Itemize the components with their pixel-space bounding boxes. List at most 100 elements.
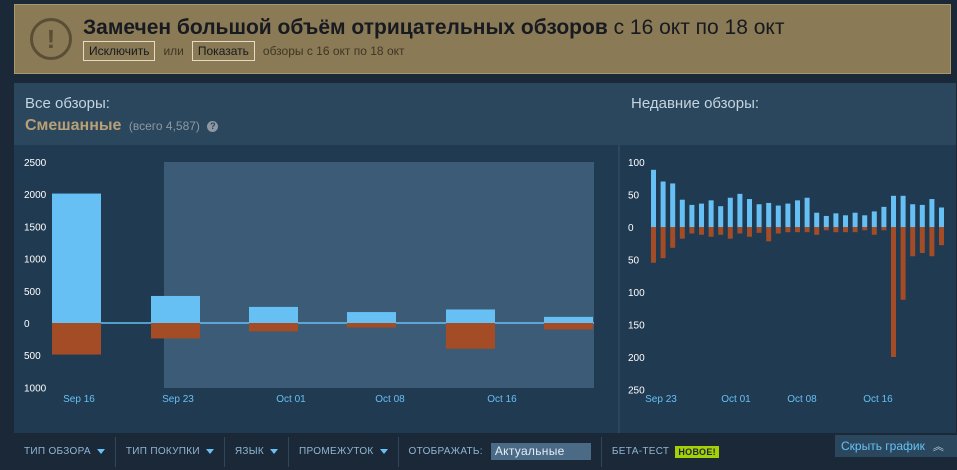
positive-bar[interactable]: [775, 205, 781, 227]
negative-bar[interactable]: [249, 323, 298, 332]
positive-bar[interactable]: [881, 206, 887, 227]
negative-bar[interactable]: [766, 227, 772, 242]
negative-bar[interactable]: [939, 227, 944, 246]
positive-bar[interactable]: [843, 215, 848, 227]
positive-bar[interactable]: [766, 202, 772, 227]
filter-period[interactable]: ПРОМЕЖУТОК: [289, 436, 399, 467]
filter-beta[interactable]: БЕТА-ТЕСТ НОВОЕ!: [602, 437, 729, 467]
filter-beta-label: БЕТА-ТЕСТ: [611, 446, 670, 457]
positive-bar[interactable]: [929, 199, 935, 227]
positive-bar[interactable]: [660, 181, 666, 228]
filter-review-type[interactable]: ТИП ОБЗОРА: [14, 436, 116, 467]
recent-reviews-panel: Недавние обзоры: 100 50 0 50 100 150 200 250 Sep…: [620, 83, 956, 433]
positive-bar[interactable]: [699, 203, 704, 227]
negative-bar[interactable]: [446, 323, 495, 349]
positive-bar[interactable]: [651, 169, 656, 227]
review-histogram: ! Замечен большой объём отрицательных об…: [0, 0, 957, 470]
negative-bar[interactable]: [689, 227, 695, 234]
positive-bar[interactable]: [708, 200, 714, 227]
hide-graph-button[interactable]: Скрыть график ︽: [835, 435, 957, 457]
positive-bar[interactable]: [718, 206, 724, 227]
negative-bar[interactable]: [775, 227, 781, 234]
negative-bar[interactable]: [347, 323, 396, 328]
negative-bar[interactable]: [660, 227, 666, 259]
positive-bar[interactable]: [804, 197, 810, 227]
positive-bar[interactable]: [446, 309, 495, 323]
all-reviews-header: Все обзоры: Смешанные (всего 4,587) ?: [14, 83, 618, 145]
positive-bar[interactable]: [151, 295, 200, 323]
all-reviews-label: Все обзоры:: [25, 95, 110, 112]
negative-bar[interactable]: [708, 227, 714, 237]
positive-bar[interactable]: [900, 195, 906, 227]
all-reviews-summary: Смешанные (всего 4,587) ?: [25, 117, 219, 135]
negative-bar[interactable]: [795, 227, 800, 233]
negative-bar[interactable]: [929, 227, 935, 257]
filter-bar: ТИП ОБЗОРА ТИП ПОКУПКИ ЯЗЫК ПРОМЕЖУТОК О…: [14, 433, 957, 470]
negative-bar[interactable]: [910, 227, 916, 257]
negative-bar[interactable]: [881, 227, 887, 231]
exclamation-icon: !: [30, 18, 72, 60]
help-icon[interactable]: ?: [207, 121, 219, 132]
negative-bar[interactable]: [52, 323, 101, 355]
positive-bar[interactable]: [939, 207, 944, 228]
positive-bar[interactable]: [891, 195, 896, 227]
y-tick-label: 500: [24, 351, 41, 362]
negative-bar[interactable]: [871, 227, 877, 235]
negative-bar[interactable]: [919, 227, 925, 253]
alert-or-text: или: [163, 44, 184, 58]
positive-bar[interactable]: [785, 203, 791, 227]
negative-bar[interactable]: [785, 227, 791, 233]
negative-bar[interactable]: [679, 227, 685, 239]
positive-bar[interactable]: [747, 199, 752, 227]
negative-bar[interactable]: [823, 227, 829, 231]
positive-bar[interactable]: [910, 204, 916, 227]
positive-bar[interactable]: [852, 212, 858, 227]
negative-bar[interactable]: [814, 227, 820, 235]
positive-bar[interactable]: [862, 215, 868, 227]
y-tick-label: 100: [628, 288, 645, 299]
double-chevron-up-icon: ︽: [932, 441, 944, 453]
positive-bar[interactable]: [544, 316, 593, 323]
caret-down-icon: [96, 449, 105, 454]
negative-bar[interactable]: [804, 227, 810, 233]
positive-bar[interactable]: [823, 215, 829, 227]
negative-bar[interactable]: [151, 323, 200, 339]
positive-bar[interactable]: [756, 204, 762, 227]
negative-bar[interactable]: [699, 227, 704, 235]
y-tick-label: 200: [628, 353, 645, 364]
y-tick-label: 0: [24, 319, 30, 330]
positive-bar[interactable]: [833, 213, 839, 227]
negative-bar[interactable]: [727, 227, 733, 239]
positive-bar[interactable]: [737, 193, 743, 227]
positive-bar[interactable]: [52, 193, 101, 323]
negative-bar[interactable]: [891, 227, 896, 357]
positive-bar[interactable]: [814, 212, 820, 227]
positive-bar[interactable]: [679, 199, 685, 227]
positive-bar[interactable]: [347, 312, 396, 323]
negative-bar[interactable]: [670, 227, 676, 248]
negative-bar[interactable]: [862, 227, 868, 231]
exclude-button[interactable]: Исключить: [83, 41, 156, 61]
positive-bar[interactable]: [727, 197, 733, 227]
negative-bar[interactable]: [737, 227, 743, 234]
negative-bar[interactable]: [651, 227, 656, 263]
negative-bar[interactable]: [718, 227, 724, 235]
filter-purchase-type[interactable]: ТИП ПОКУПКИ: [116, 436, 225, 467]
negative-bar[interactable]: [756, 227, 762, 233]
negative-bar[interactable]: [833, 227, 839, 233]
positive-bar[interactable]: [871, 211, 877, 227]
positive-bar[interactable]: [795, 200, 800, 227]
negative-bar[interactable]: [747, 227, 752, 237]
positive-bar[interactable]: [670, 183, 676, 227]
display-select[interactable]: Актуальные: [490, 443, 591, 460]
positive-bar[interactable]: [919, 204, 925, 227]
negative-bar[interactable]: [900, 227, 906, 300]
show-button[interactable]: Показать: [191, 41, 255, 61]
negative-bar[interactable]: [843, 227, 848, 233]
negative-bar[interactable]: [852, 227, 858, 233]
negative-bar[interactable]: [544, 323, 593, 330]
filter-language[interactable]: ЯЗЫК: [225, 436, 290, 467]
positive-bar[interactable]: [249, 306, 298, 323]
alert-title: Замечен большой объём отрицательных обзо…: [83, 16, 784, 40]
positive-bar[interactable]: [689, 204, 695, 227]
